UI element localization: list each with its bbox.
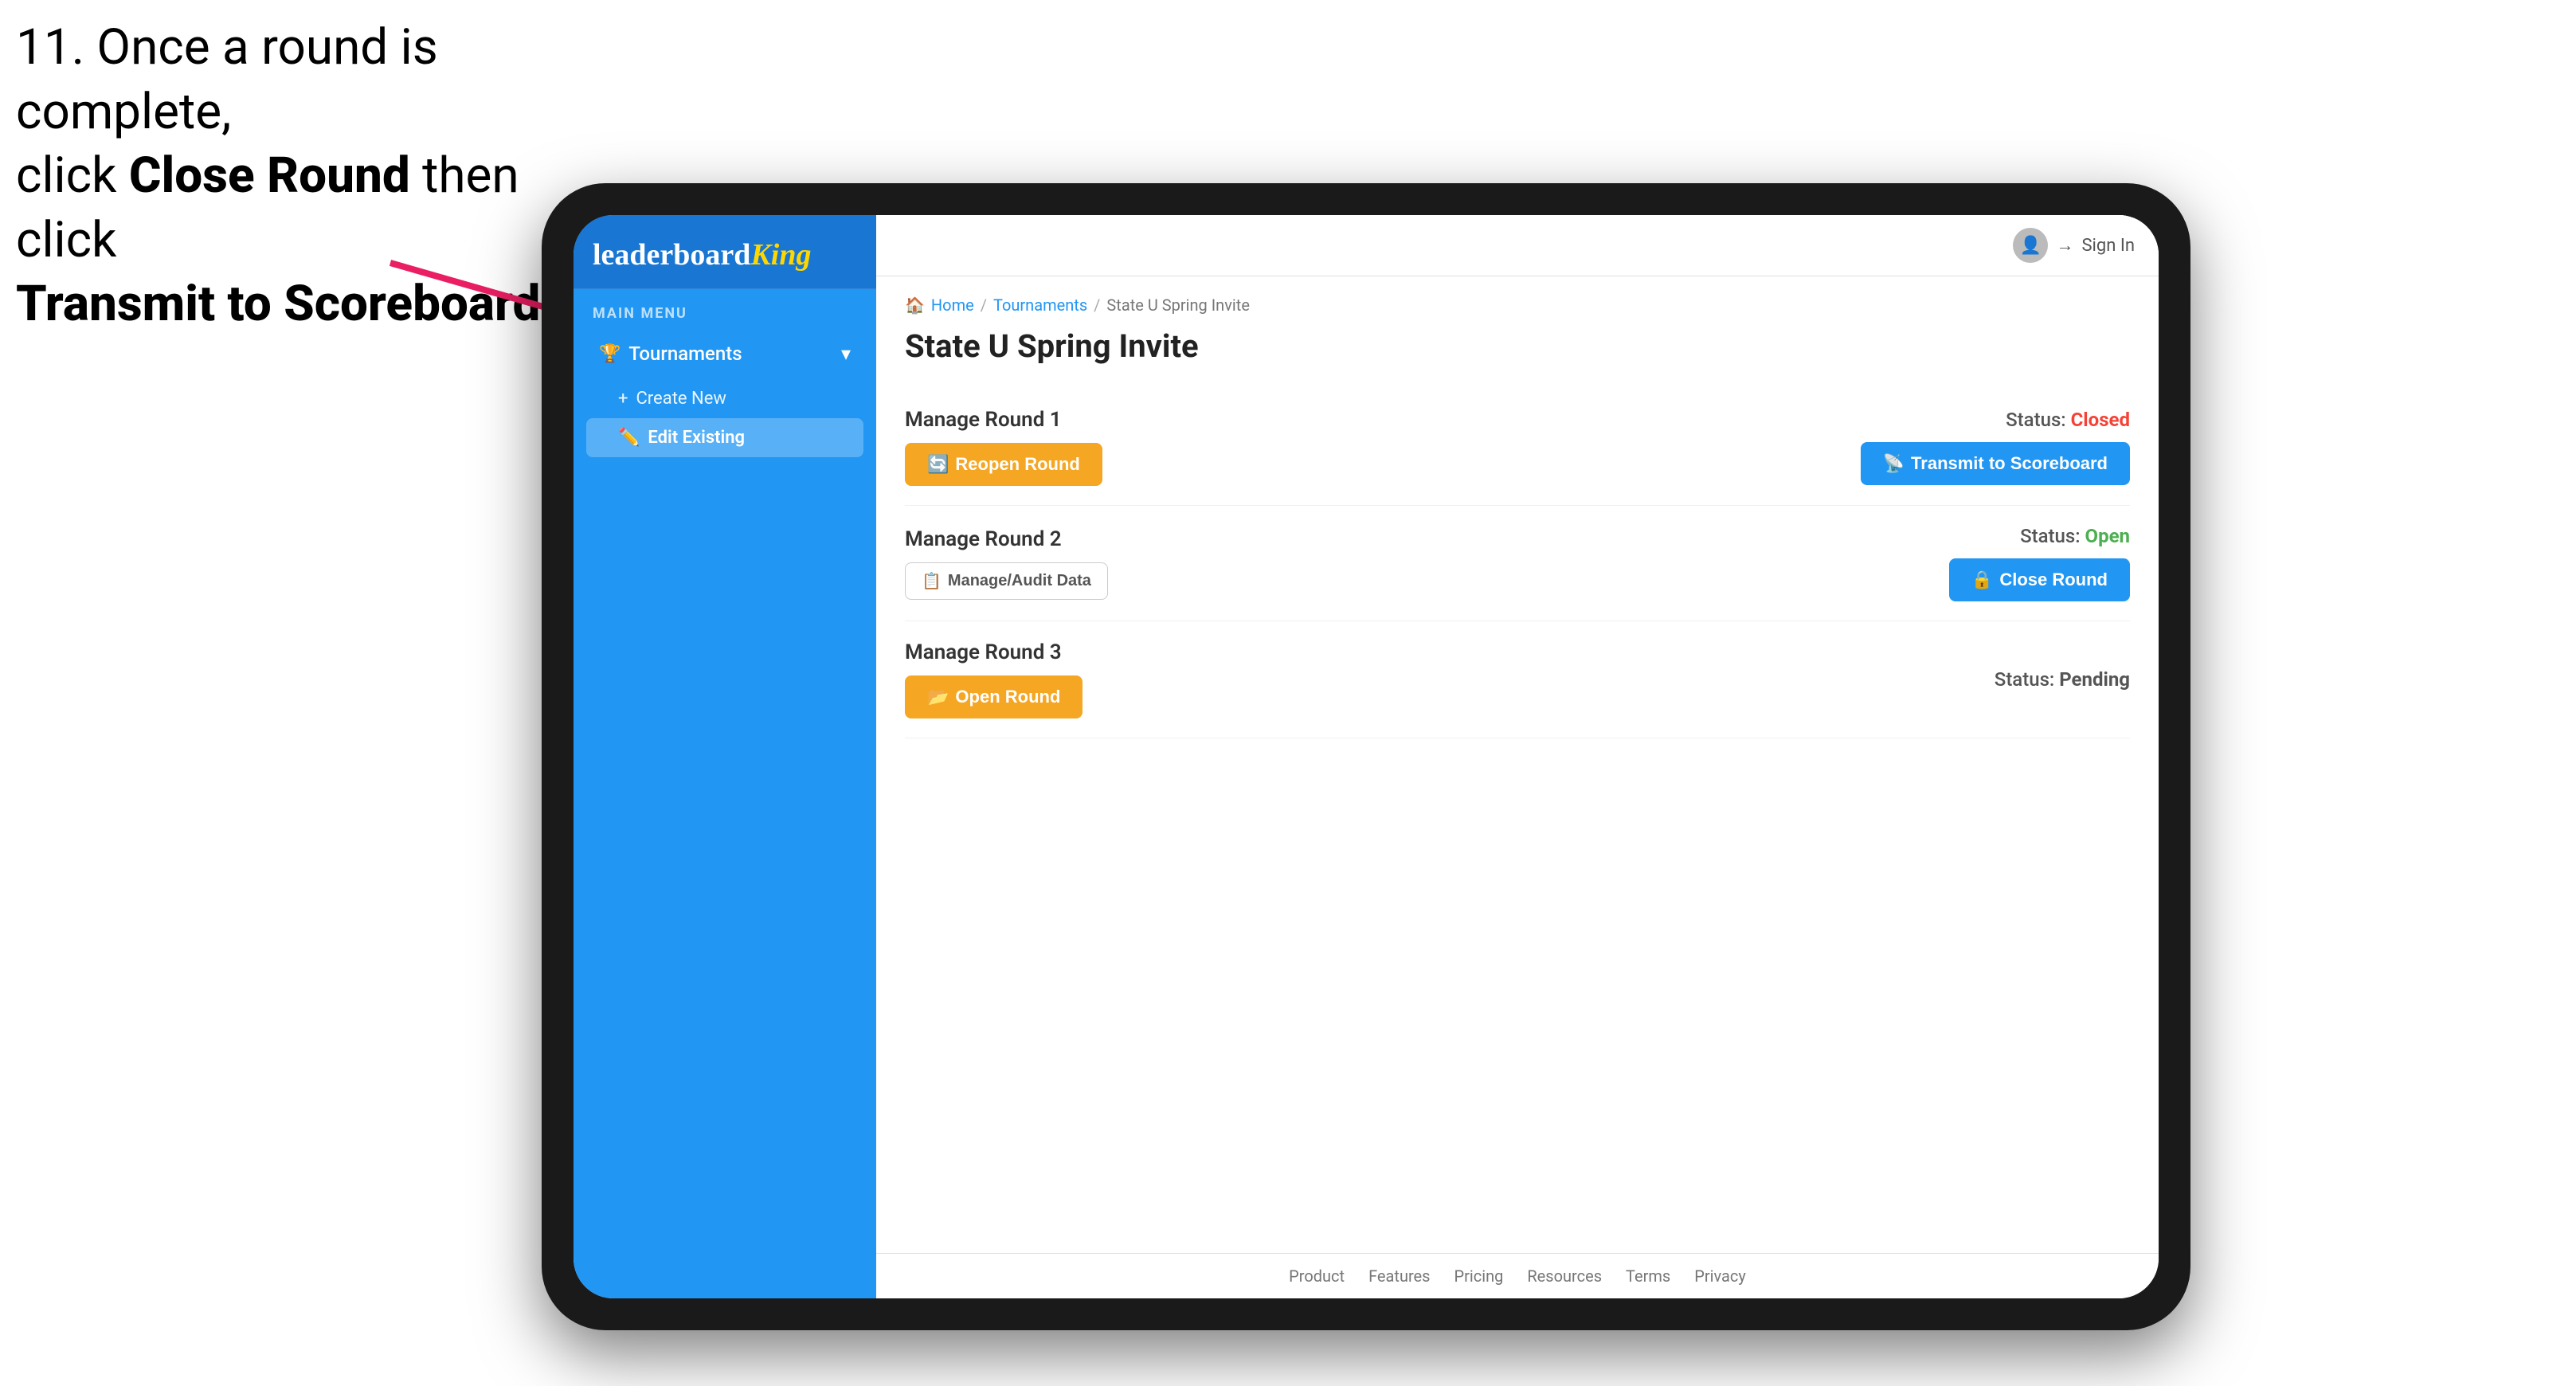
open-round-button[interactable]: 📂 Open Round	[905, 675, 1082, 718]
sidebar-subitem-edit-existing[interactable]: ✏️ Edit Existing	[586, 418, 863, 457]
page-title: State U Spring Invite	[905, 327, 2130, 365]
breadcrumb-current: State U Spring Invite	[1106, 296, 1250, 315]
round-2-title: Manage Round 2	[905, 527, 1108, 551]
footer-resources[interactable]: Resources	[1527, 1267, 1602, 1286]
arrow-right-icon: →	[2056, 235, 2073, 256]
breadcrumb-sep1: /	[981, 296, 987, 315]
open-round-label: Open Round	[955, 687, 1060, 707]
edit-existing-label: Edit Existing	[648, 428, 745, 448]
sidebar-main-menu: MAIN MENU 🏆 Tournaments ▾ + Create New ✏…	[574, 289, 876, 467]
tablet-screen: leaderboardKing MAIN MENU 🏆 Tournaments …	[574, 215, 2159, 1298]
top-bar: 👤 → Sign In	[876, 215, 2159, 276]
instruction-block: 11. Once a round is complete, click Clos…	[16, 16, 574, 337]
footer: Product Features Pricing Resources Terms…	[876, 1253, 2159, 1298]
main-content: 👤 → Sign In 🏠 Home / Tournaments / State…	[876, 215, 2159, 1298]
round-2-left: Manage Round 2 📋 Manage/Audit Data	[905, 527, 1108, 600]
breadcrumb-tournaments[interactable]: Tournaments	[993, 296, 1087, 315]
round-3-right: Status: Pending	[1995, 668, 2130, 691]
reopen-icon: 🔄	[927, 454, 949, 475]
footer-product[interactable]: Product	[1289, 1267, 1345, 1286]
round-3-section: Manage Round 3 📂 Open Round Status: Pend…	[905, 621, 2130, 738]
round-1-status-value: Closed	[2071, 409, 2130, 431]
edit-icon: ✏️	[618, 428, 640, 448]
tablet-device: leaderboardKing MAIN MENU 🏆 Tournaments …	[542, 183, 2190, 1330]
trophy-icon: 🏆	[599, 344, 621, 364]
sidebar-subitem-create-new[interactable]: + Create New	[586, 379, 863, 418]
tournaments-label: Tournaments	[628, 343, 742, 365]
main-menu-label: MAIN MENU	[586, 305, 863, 322]
instruction-bold2: Transmit to Scoreboard.	[16, 275, 555, 333]
manage-audit-data-button[interactable]: 📋 Manage/Audit Data	[905, 562, 1108, 600]
round-2-section: Manage Round 2 📋 Manage/Audit Data Statu…	[905, 506, 2130, 621]
footer-privacy[interactable]: Privacy	[1694, 1267, 1746, 1286]
round-3-status: Status: Pending	[1995, 668, 2130, 691]
reopen-round-button[interactable]: 🔄 Reopen Round	[905, 443, 1102, 486]
create-new-label: Create New	[636, 389, 726, 409]
sidebar-item-tournaments[interactable]: 🏆 Tournaments ▾	[586, 331, 863, 376]
sidebar: leaderboardKing MAIN MENU 🏆 Tournaments …	[574, 215, 876, 1298]
sidebar-logo: leaderboardKing	[574, 215, 876, 289]
instruction-line1: 11. Once a round is complete,	[16, 18, 438, 141]
audit-icon: 📋	[922, 571, 942, 591]
breadcrumb-sep2: /	[1094, 296, 1100, 315]
round-1-left: Manage Round 1 🔄 Reopen Round	[905, 408, 1102, 486]
footer-pricing[interactable]: Pricing	[1454, 1267, 1503, 1286]
manage-audit-label: Manage/Audit Data	[948, 572, 1091, 590]
sidebar-subitems: + Create New ✏️ Edit Existing	[586, 376, 863, 460]
home-icon: 🏠	[905, 296, 925, 315]
close-round-label: Close Round	[1999, 570, 2108, 590]
sign-in-label: Sign In	[2081, 236, 2135, 256]
logo: leaderboardKing	[593, 237, 857, 272]
round-3-status-value: Pending	[2059, 668, 2130, 691]
instruction-bold1: Close Round	[129, 147, 410, 205]
avatar: 👤	[2013, 228, 2048, 263]
round-2-right: Status: Open 🔒 Close Round	[1949, 525, 2130, 601]
transmit-to-scoreboard-button[interactable]: 📡 Transmit to Scoreboard	[1861, 442, 2130, 485]
lock-icon: 🔒	[1971, 570, 1993, 590]
round-1-section: Manage Round 1 🔄 Reopen Round Status: Cl…	[905, 389, 2130, 506]
breadcrumb: 🏠 Home / Tournaments / State U Spring In…	[905, 296, 2130, 315]
close-round-button[interactable]: 🔒 Close Round	[1949, 558, 2130, 601]
open-icon: 📂	[927, 687, 949, 707]
logo-king: King	[750, 238, 811, 272]
round-2-status-value: Open	[2085, 525, 2130, 547]
page-content: 🏠 Home / Tournaments / State U Spring In…	[876, 276, 2159, 1253]
instruction-line2: click	[16, 147, 129, 205]
round-1-status: Status: Closed	[2006, 409, 2130, 431]
transmit-to-scoreboard-label: Transmit to Scoreboard	[1911, 453, 2108, 474]
transmit-icon: 📡	[1883, 453, 1905, 474]
round-3-left: Manage Round 3 📂 Open Round	[905, 640, 1082, 718]
footer-features[interactable]: Features	[1368, 1267, 1430, 1286]
round-2-status: Status: Open	[2020, 525, 2130, 547]
logo-leaderboard: leaderboard	[593, 238, 750, 272]
footer-terms[interactable]: Terms	[1626, 1267, 1670, 1286]
round-3-title: Manage Round 3	[905, 640, 1082, 664]
round-1-right: Status: Closed 📡 Transmit to Scoreboard	[1861, 409, 2130, 485]
plus-icon: +	[618, 389, 628, 409]
round-1-title: Manage Round 1	[905, 408, 1102, 432]
reopen-round-label: Reopen Round	[955, 454, 1079, 475]
breadcrumb-home[interactable]: Home	[931, 296, 974, 315]
sign-in-area[interactable]: 👤 → Sign In	[2013, 228, 2135, 263]
chevron-down-icon: ▾	[841, 343, 851, 365]
